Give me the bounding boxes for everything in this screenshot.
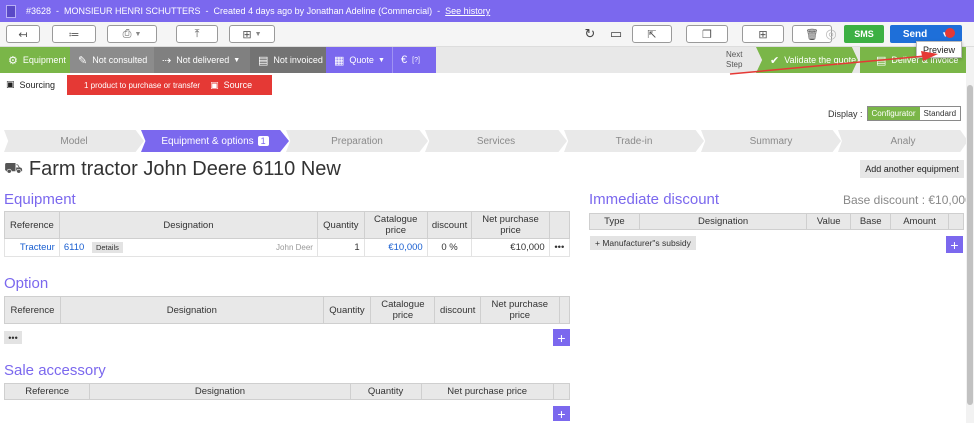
col-net-price: Net purchase price	[471, 211, 550, 239]
col-reference: Reference	[4, 211, 60, 239]
step-label: Model	[60, 135, 88, 147]
sourcing-alert-text: 1 product to purchase or transfer	[84, 80, 201, 90]
vertical-scrollbar[interactable]	[966, 47, 974, 423]
col-reference: Reference	[3, 383, 91, 400]
col-discount: discount	[434, 296, 481, 324]
annotation-arrow-line	[729, 55, 926, 75]
tractor-icon: ⛟	[4, 160, 23, 177]
col-quantity: Quantity	[322, 296, 372, 324]
accessory-section-title: Sale accessory	[4, 362, 106, 379]
step-preparation[interactable]: Preparation	[286, 130, 428, 152]
step-equipment-options[interactable]: Equipment & options 1	[141, 130, 289, 152]
step-label: Analy	[890, 135, 916, 147]
equipment-table: Reference Designation Quantity Catalogue…	[4, 211, 571, 257]
col-actions	[948, 213, 964, 230]
step-label: Services	[476, 135, 516, 147]
table-header-row: Reference Designation Quantity Catalogue…	[4, 211, 571, 239]
table-header-row: Reference Designation Quantity Net purch…	[3, 383, 571, 400]
row-code[interactable]: 6110	[64, 242, 84, 253]
base-discount: Base discount : €10,000	[843, 193, 972, 207]
configurator-option[interactable]: Configurator	[867, 107, 920, 120]
col-discount: discount	[426, 211, 473, 239]
col-reference: Reference	[4, 296, 61, 324]
archive-icon: ▣	[210, 79, 219, 90]
col-type: Type	[589, 213, 640, 230]
step-label: Preparation	[331, 135, 383, 147]
archive-icon: ▣	[6, 79, 15, 89]
source-button[interactable]: ▣ Source	[210, 80, 252, 91]
col-actions	[548, 211, 571, 239]
col-net-price: Net purchase price	[420, 383, 554, 400]
col-net-price: Net purchase price	[479, 296, 560, 324]
col-designation: Designation	[89, 383, 351, 400]
row-designation: 6110 Details John Deer	[58, 238, 318, 257]
add-option-button[interactable]: +	[553, 329, 570, 346]
step-label: Trade-in	[615, 135, 653, 147]
display-label: Display :	[828, 108, 863, 119]
col-quantity: Quantity	[316, 211, 365, 239]
step-label: Summary	[749, 135, 793, 147]
row-reference[interactable]: Tracteur	[4, 238, 60, 257]
table-header-row: Type Designation Value Base Amount	[589, 213, 964, 230]
source-button-label: Source	[223, 80, 253, 90]
step-services[interactable]: Services	[425, 130, 567, 152]
add-subsidy-button[interactable]: + Manufacturer"s subsidy	[590, 236, 696, 250]
add-discount-button[interactable]: +	[946, 236, 963, 253]
annotation-arrow-head	[921, 51, 938, 61]
display-segment: Configurator Standard	[866, 106, 962, 121]
accessory-table: Reference Designation Quantity Net purch…	[3, 383, 571, 400]
row-menu-button[interactable]: •••	[548, 238, 571, 257]
scrollbar-thumb[interactable]	[967, 85, 973, 405]
discount-section-title: Immediate discount	[589, 191, 720, 208]
step-count-badge: 1	[257, 136, 269, 146]
table-row: Tracteur 6110 Details John Deer 1 €10,00…	[4, 238, 571, 257]
add-equipment-button[interactable]: Add another equipment	[860, 160, 964, 178]
discount-table: Type Designation Value Base Amount	[589, 213, 964, 230]
annotation-click-dot	[945, 28, 955, 38]
row-discount[interactable]: 0 %	[426, 238, 473, 257]
page-title: ⛟ Farm tractor John Deere 6110 New	[4, 158, 341, 181]
annotation-arrow-icon	[729, 28, 955, 75]
page-title-text: Farm tractor John Deere 6110 New	[28, 158, 341, 180]
sourcing-label-text: Sourcing	[19, 79, 56, 90]
details-button[interactable]: Details	[91, 242, 123, 253]
col-base: Base	[850, 213, 892, 230]
col-amount: Amount	[890, 213, 950, 230]
row-catalogue-price[interactable]: €10,000	[363, 238, 428, 257]
add-accessory-button[interactable]: +	[553, 406, 570, 422]
row-quantity[interactable]: 1	[316, 238, 365, 257]
option-menu-button[interactable]: •••	[4, 331, 22, 344]
col-catalogue-price: Catalogue price	[363, 211, 428, 239]
sourcing-label: ▣ Sourcing	[6, 79, 55, 90]
step-label: Equipment & options	[161, 135, 254, 147]
row-brand: John Deer	[276, 243, 313, 252]
col-actions	[558, 296, 571, 324]
col-actions	[552, 383, 571, 400]
col-catalogue-price: Catalogue price	[370, 296, 436, 324]
standard-option[interactable]: Standard	[919, 107, 961, 120]
display-toggle: Display : Configurator Standard	[828, 106, 962, 121]
option-section-title: Option	[4, 275, 49, 292]
col-value: Value	[806, 213, 852, 230]
row-net-price: €10,000	[471, 238, 550, 257]
col-designation: Designation	[59, 296, 324, 324]
col-designation: Designation	[638, 213, 808, 230]
step-trade-in[interactable]: Trade-in	[564, 130, 704, 152]
col-quantity: Quantity	[349, 383, 422, 400]
step-model[interactable]: Model	[4, 130, 144, 152]
col-designation: Designation	[58, 211, 318, 239]
table-header-row: Reference Designation Quantity Catalogue…	[4, 296, 571, 324]
step-analysis[interactable]: Analy	[838, 130, 968, 152]
equipment-section-title: Equipment	[4, 191, 76, 208]
option-table: Reference Designation Quantity Catalogue…	[4, 296, 571, 324]
stepper: Model Equipment & options 1 Preparation S…	[4, 130, 968, 152]
step-summary[interactable]: Summary	[701, 130, 841, 152]
